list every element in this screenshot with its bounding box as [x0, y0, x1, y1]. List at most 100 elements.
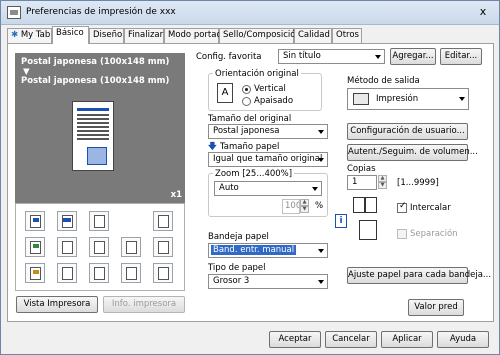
tab-otros[interactable]: Otros — [332, 28, 362, 43]
close-button[interactable]: x — [475, 5, 491, 20]
paper-tray-select[interactable]: Band. entr. manual — [208, 243, 328, 258]
tab-label: Calidad — [298, 30, 330, 40]
paper-type-label: Tipo de papel — [208, 263, 266, 273]
original-size-label: Tamaño del original — [208, 114, 292, 124]
orientation-title: Orientación original — [213, 69, 301, 79]
help-button[interactable]: Ayuda — [437, 331, 489, 348]
tab-modo-portada[interactable]: Modo portada — [164, 28, 227, 43]
copy-document-icon[interactable] — [89, 211, 109, 231]
original-size-select[interactable]: Postal japonesa — [208, 124, 328, 139]
user-config-button[interactable]: Configuración de usuario... — [347, 123, 468, 140]
zoom-title: Zoom [25...400%] — [213, 169, 295, 179]
copies-value: 1 — [352, 177, 358, 187]
printer-view-button[interactable]: Vista Impresora — [16, 296, 98, 313]
zoom-mode-select[interactable]: Auto — [214, 181, 322, 196]
tab-label: Básico — [56, 28, 84, 38]
copies-field[interactable]: 1 — [347, 175, 377, 190]
copies-spin-up[interactable]: ▲ — [378, 175, 387, 182]
tab-my-tab[interactable]: ✱ My Tab — [7, 28, 52, 43]
user-settings-icon[interactable] — [57, 263, 77, 283]
tab-basico[interactable]: Básico — [52, 26, 89, 44]
paper-type-value: Grosor 3 — [213, 276, 250, 286]
printer-icon — [353, 93, 369, 105]
chevron-down-icon — [312, 187, 318, 191]
accept-button[interactable]: Aceptar — [269, 331, 321, 348]
info-icon[interactable]: i — [335, 214, 347, 228]
chevron-down-icon — [459, 97, 465, 101]
chevron-down-icon — [375, 55, 381, 59]
tab-diseno[interactable]: Diseño — [89, 28, 124, 43]
secure-print-icon[interactable] — [153, 237, 173, 257]
text-stamp-icon[interactable] — [89, 237, 109, 257]
window-title: Preferencias de impresión de xxx — [26, 7, 176, 17]
person-icon[interactable] — [89, 263, 109, 283]
add-favorite-button[interactable]: Agregar... — [390, 48, 436, 65]
chevron-down-icon — [318, 158, 324, 162]
zoom-value-field[interactable]: 100 — [282, 199, 300, 214]
booklet-icon[interactable] — [153, 263, 173, 283]
printer-info-button[interactable]: Info. impresora — [103, 296, 185, 313]
preview-paper-icon — [72, 101, 114, 171]
landscape-label: Apaisado — [254, 96, 294, 106]
original-size-value: Postal japonesa — [213, 126, 280, 136]
adjust-paper-per-tray-button[interactable]: Ajuste papel para cada bandeja... — [347, 267, 491, 284]
auth-tracking-button[interactable]: Autent./Seguim. de volumen... — [347, 144, 478, 161]
printer-app-icon — [7, 6, 21, 19]
preview-original-size: Postal japonesa (100x148 mm) — [21, 57, 170, 67]
apply-button[interactable]: Aplicar — [381, 331, 433, 348]
output-method-value: Impresión — [376, 94, 419, 104]
copies-range: [1...9999] — [397, 178, 439, 188]
color-grid-icon[interactable] — [25, 237, 45, 257]
paper-size-value: Igual que tamaño original — [213, 154, 323, 164]
collate-label: Intercalar — [410, 203, 451, 213]
output-method-label: Método de salida — [347, 76, 420, 86]
vertical-radio[interactable] — [242, 85, 251, 94]
portrait-page-icon: A — [217, 83, 233, 103]
separation-checkbox[interactable] — [397, 229, 407, 239]
collate-checkbox[interactable] — [397, 201, 407, 213]
zoom-unit: % — [315, 201, 324, 211]
vertical-label: Vertical — [254, 84, 286, 94]
zoom-spin-down[interactable]: ▼ — [300, 206, 309, 213]
title-bar: Preferencias de impresión de xxx x — [1, 1, 499, 25]
zoom-value: 100 — [285, 201, 300, 211]
staple-icon[interactable] — [25, 263, 45, 283]
landscape-radio[interactable] — [242, 97, 251, 106]
cancel-button[interactable]: Cancelar — [325, 331, 377, 348]
default-value-button[interactable]: Valor pred — [408, 299, 464, 316]
multi-page-icon[interactable] — [57, 237, 77, 257]
tab-label: Sello/Composición — [223, 30, 301, 40]
copies-label: Copias — [347, 164, 376, 174]
tab-label: My Tab — [20, 30, 51, 40]
tab-label: Otros — [336, 30, 359, 40]
zoom-mode-value: Auto — [219, 183, 239, 193]
paper-size-label: Tamaño papel — [220, 142, 280, 152]
paper-tray-value: Band. entr. manual — [211, 245, 297, 255]
tab-calidad[interactable]: Calidad — [294, 28, 332, 43]
preview-copies-badge: x1 — [170, 190, 182, 200]
watermark-icon[interactable] — [121, 263, 141, 283]
output-method-select[interactable]: Impresión — [347, 88, 469, 110]
chevron-down-icon — [318, 130, 324, 134]
tab-sello-composicion[interactable]: Sello/Composición — [219, 28, 301, 43]
paper-type-select[interactable]: Grosor 3 — [208, 274, 328, 289]
tab-label: Finalizar — [128, 30, 164, 40]
print-preferences-window: Preferencias de impresión de xxx x ✱ My … — [0, 0, 500, 355]
export-icon[interactable] — [153, 211, 173, 231]
paper-size-select[interactable]: Igual que tamaño original — [208, 152, 328, 167]
page-copy-icon[interactable] — [121, 237, 141, 257]
star-icon: ✱ — [11, 30, 19, 40]
settings-icon[interactable] — [57, 211, 77, 231]
favorites-value: Sin título — [283, 51, 321, 61]
paper-tray-label: Bandeja papel — [208, 232, 269, 242]
favorites-select[interactable]: Sin título — [278, 49, 385, 64]
separation-stack-icon — [359, 220, 377, 240]
tab-finalizar[interactable]: Finalizar — [124, 28, 164, 43]
print-output-icon[interactable] — [25, 211, 45, 231]
copies-spin-down[interactable]: ▼ — [378, 182, 387, 189]
chevron-down-icon — [318, 280, 324, 284]
edit-favorite-button[interactable]: Editar... — [440, 48, 482, 65]
preview-paper-size: Postal japonesa (100x148 mm) — [21, 76, 170, 86]
zoom-spin-up[interactable]: ▲ — [300, 199, 309, 206]
collate-stack-icon — [353, 195, 381, 217]
